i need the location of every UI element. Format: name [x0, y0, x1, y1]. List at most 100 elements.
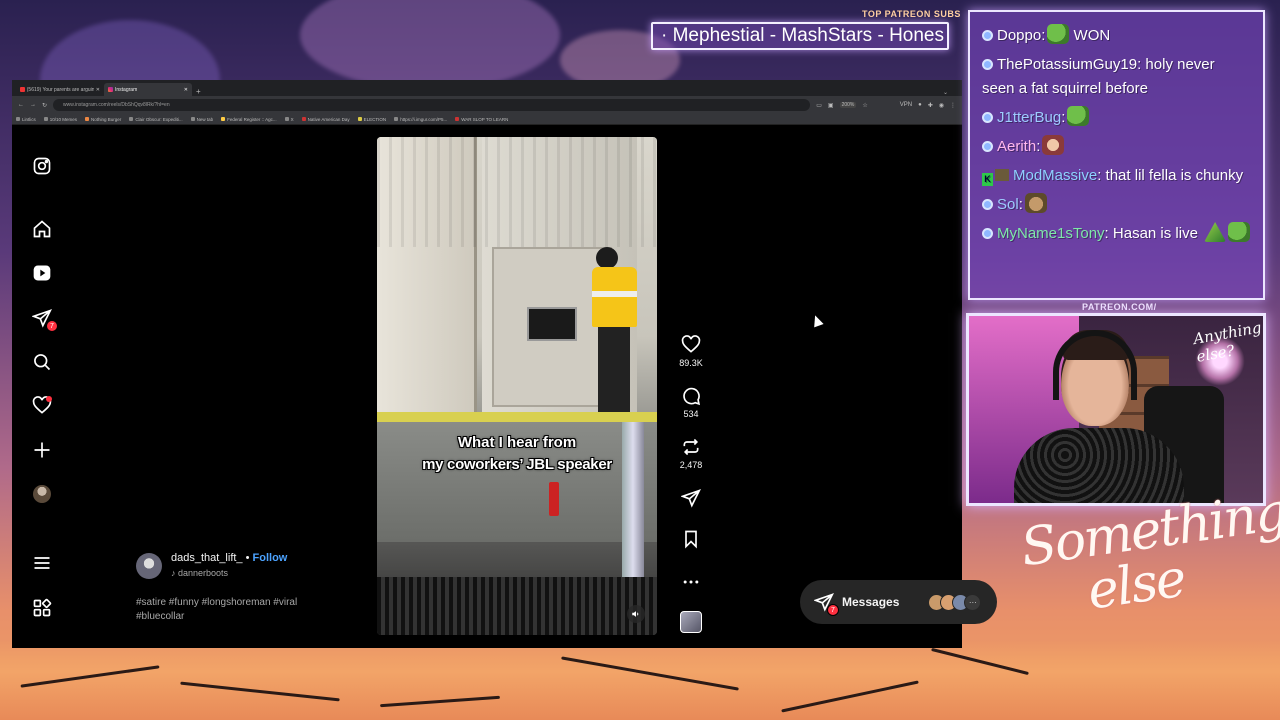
- patreon-url: PATREON.COM/: [1082, 302, 1157, 312]
- reel-video[interactable]: What I hear from my coworkers’ JBL speak…: [377, 137, 657, 635]
- zoom-indicator[interactable]: 200%: [839, 102, 857, 108]
- address-bar-row: ← → ↻ www.instagram.com/reels/DbShQqv8lR…: [12, 96, 962, 114]
- ellipsis-icon: [683, 580, 699, 584]
- author-username[interactable]: dads_that_lift_: [171, 552, 243, 564]
- cast-icon[interactable]: ▭: [816, 102, 822, 109]
- chat-message: Doppo: WON: [982, 24, 1251, 48]
- back-icon[interactable]: ←: [18, 102, 24, 108]
- author-avatar[interactable]: [136, 553, 162, 579]
- messages-icon: 7: [813, 592, 839, 616]
- instagram-logo-icon[interactable]: [30, 154, 54, 178]
- chat-text: WON: [1073, 27, 1111, 44]
- bookmark-item[interactable]: New tab: [190, 117, 213, 122]
- share-action[interactable]: [674, 488, 708, 508]
- instagram-favicon-icon: [108, 87, 113, 92]
- bookmark-item[interactable]: 10/10 Memes: [43, 117, 77, 122]
- tab-label: Instagram: [115, 86, 138, 93]
- comment-icon: [683, 387, 701, 406]
- home-icon[interactable]: [30, 217, 54, 241]
- reefer-vent: [527, 307, 577, 341]
- repost-icon: [683, 438, 699, 456]
- chat-username: ModMassive: [1013, 167, 1098, 184]
- bookmark-item[interactable]: X: [284, 117, 294, 122]
- reels-icon[interactable]: [30, 261, 54, 285]
- notification-dot: [46, 396, 52, 402]
- heart-icon: [681, 335, 701, 353]
- bookmark-item[interactable]: Nothing Burger: [85, 117, 121, 122]
- notifications-heart-icon[interactable]: [30, 394, 54, 418]
- bookmarks-bar: Lintlics 10/10 Memes Nothing Burger Clai…: [12, 114, 962, 125]
- bookmark-item[interactable]: Federal Register :: Agc...: [221, 117, 277, 122]
- apps-grid-icon[interactable]: [30, 596, 54, 620]
- chat-username: J1tterBug: [997, 109, 1062, 126]
- stream-chat: Doppo: WON ThePotassiumGuy19: holy never…: [968, 10, 1265, 300]
- tab-youtube[interactable]: (5619) Your parents are arguing ✕: [16, 83, 104, 96]
- profile-avatar[interactable]: [30, 482, 54, 506]
- chat-message: Sol:: [982, 193, 1251, 217]
- comment-count: 534: [683, 409, 699, 419]
- bookmark-item[interactable]: Lintlics: [16, 117, 36, 122]
- chat-badge-icon: [982, 199, 993, 210]
- bookmark-item[interactable]: https://i.imgur.com/P5...: [394, 117, 447, 122]
- collab-icon: ♪: [171, 568, 179, 578]
- tab-search-chevron-icon[interactable]: ⌄: [929, 89, 962, 96]
- comment-action[interactable]: 534: [674, 386, 708, 419]
- bookmark-item[interactable]: ELECTION: [357, 117, 386, 122]
- more-avatars: ···: [964, 593, 982, 611]
- chat-message: K ModMassive: that lil fella is chunky: [982, 164, 1251, 188]
- bookmark-item[interactable]: Native American Day: [301, 117, 350, 122]
- forward-icon[interactable]: →: [30, 102, 36, 108]
- repost-action[interactable]: 2,478: [674, 437, 708, 470]
- direct-messages-icon[interactable]: 7: [30, 306, 58, 332]
- chat-badge-icon: [982, 59, 993, 70]
- more-options-action[interactable]: [674, 572, 708, 592]
- close-tab-icon[interactable]: ✕: [184, 87, 188, 93]
- pepe-emote-icon: [1047, 24, 1070, 44]
- save-action[interactable]: [674, 529, 708, 549]
- tab-label: (5619) Your parents are arguing: [26, 86, 94, 93]
- vpn-badge[interactable]: VPN: [900, 102, 912, 108]
- bookmark-item[interactable]: Clair Obscur: Expediti...: [129, 117, 183, 122]
- kick-badge-icon: K: [982, 173, 993, 186]
- url-field[interactable]: www.instagram.com/reels/DbShQqv8lRk/?hl=…: [53, 99, 811, 111]
- pepe-cowboy-emote-icon: [1024, 193, 1047, 213]
- chat-badge-icon: [982, 112, 993, 123]
- youtube-favicon-icon: [20, 87, 25, 92]
- repost-count: 2,478: [679, 460, 703, 470]
- extension-puzzle-icon[interactable]: ✚: [928, 102, 933, 109]
- reel-caption: What I hear from my coworkers’ JBL speak…: [377, 432, 657, 476]
- instagram-page: 7 What I hear from my coworkers’ JBL spe…: [12, 125, 997, 648]
- create-plus-icon[interactable]: [30, 438, 54, 462]
- search-icon[interactable]: [30, 350, 54, 374]
- messages-badge: 7: [46, 320, 58, 332]
- tab-instagram[interactable]: Instagram ✕: [104, 83, 192, 96]
- chat-text: that lil fella is chunky: [1105, 167, 1244, 184]
- screenshot-icon[interactable]: ▣: [828, 102, 834, 109]
- extension-icon[interactable]: ●: [918, 102, 922, 108]
- more-menu-icon[interactable]: [30, 551, 54, 575]
- instagram-sidebar: 7: [28, 125, 58, 648]
- pepe-emote-icon: [1067, 106, 1090, 126]
- bookmark-star-icon[interactable]: ☆: [862, 102, 867, 109]
- reload-icon[interactable]: ↻: [42, 102, 47, 109]
- close-tab-icon[interactable]: ✕: [96, 87, 100, 93]
- new-tab-button[interactable]: +: [192, 87, 205, 96]
- mute-button[interactable]: [627, 605, 645, 623]
- caption-line-1: What I hear from: [457, 434, 577, 451]
- bookmark-item[interactable]: WAR SLOP TO LEARN: [455, 117, 508, 122]
- follow-button[interactable]: Follow: [253, 552, 288, 564]
- party-hat-emote-icon: [1204, 222, 1227, 242]
- author-subtitle-text[interactable]: dannerboots: [178, 568, 228, 578]
- messages-button[interactable]: 7 Messages ···: [800, 580, 997, 624]
- messages-label: Messages: [842, 595, 900, 609]
- audio-thumbnail[interactable]: [680, 611, 702, 633]
- tab-bar: (5619) Your parents are arguing ✕ Instag…: [12, 80, 962, 96]
- chat-text: Hasan is live: [1112, 225, 1198, 242]
- browser-menu-icon[interactable]: ⋮: [950, 102, 956, 109]
- avatar: [33, 485, 51, 503]
- chat-message: J1tterBug:: [982, 106, 1251, 130]
- like-action[interactable]: 89.3K: [674, 335, 708, 368]
- chat-badge-icon: [982, 30, 993, 41]
- reel-hashtags[interactable]: #satire #funny #longshoreman #viral #blu…: [136, 596, 336, 624]
- profile-icon[interactable]: ◉: [939, 102, 944, 109]
